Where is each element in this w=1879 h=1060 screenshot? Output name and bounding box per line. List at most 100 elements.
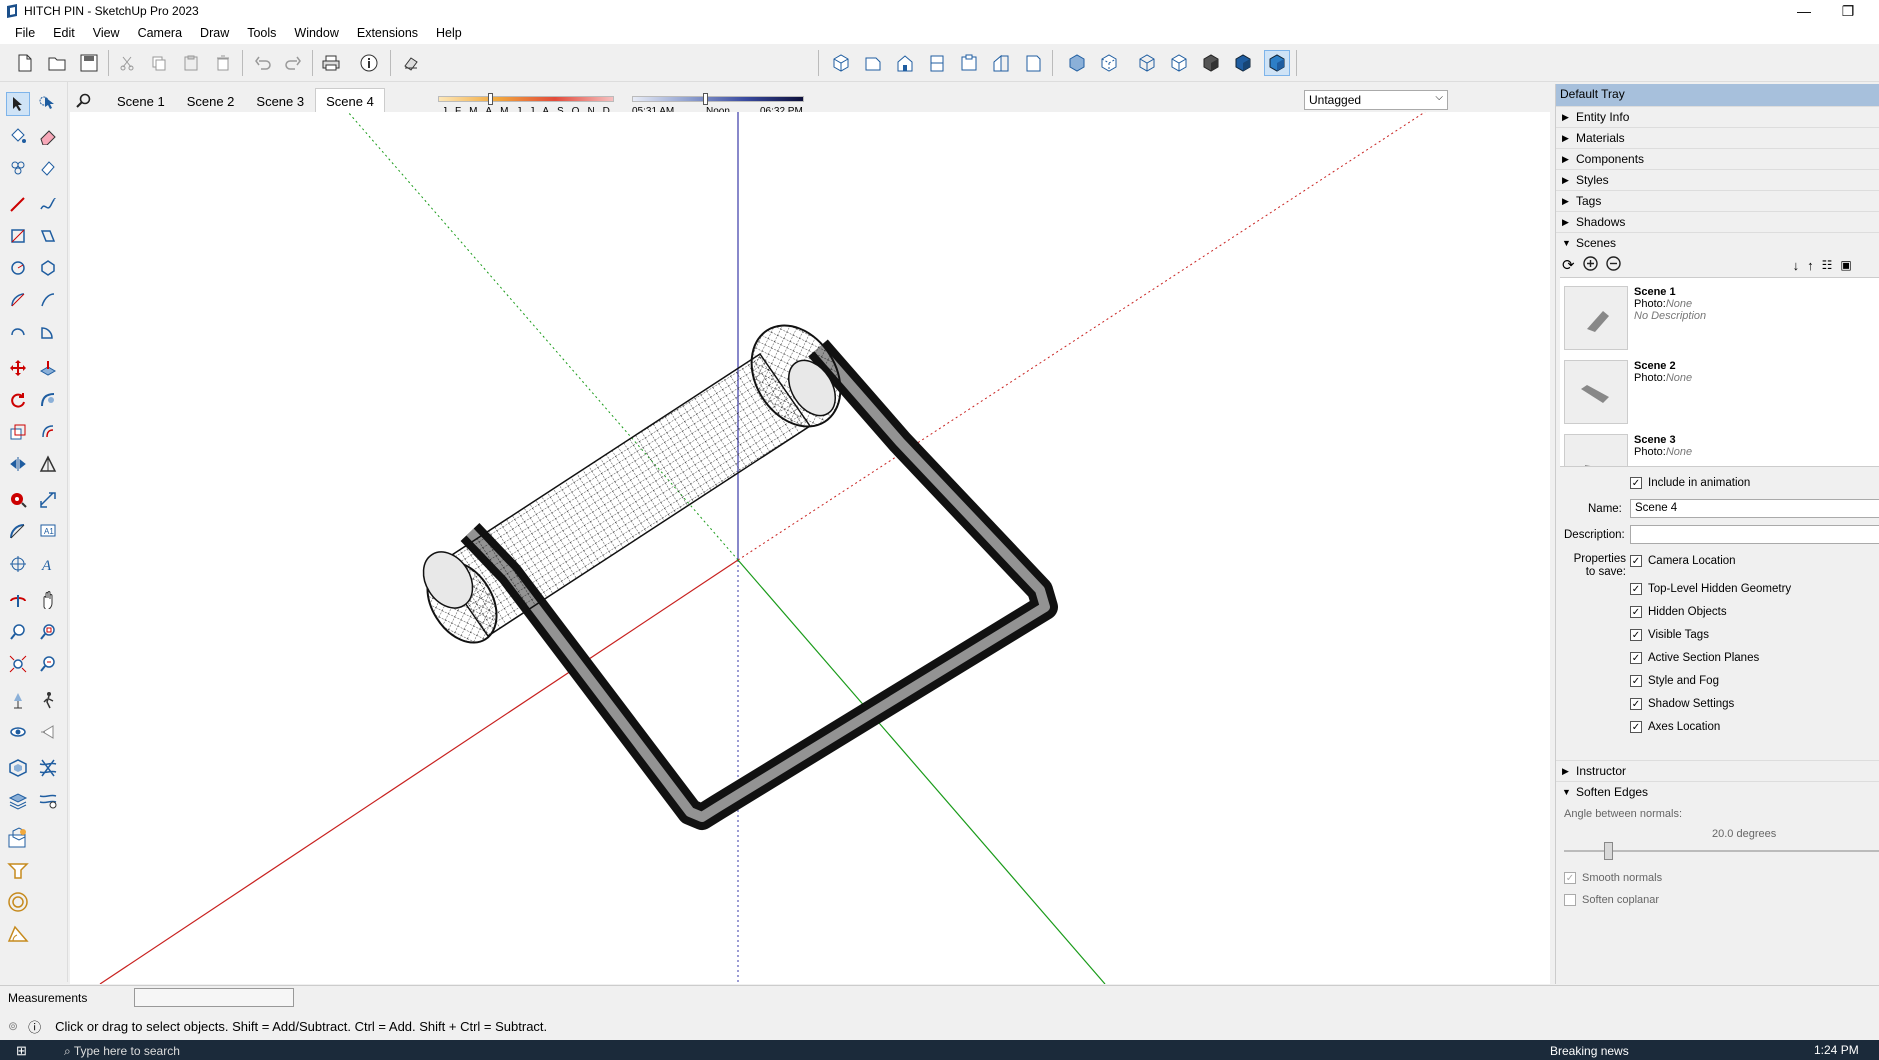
shaded-textures-style-icon[interactable] (1232, 52, 1254, 74)
copy-icon[interactable] (148, 52, 170, 74)
look-around-icon[interactable] (6, 720, 30, 744)
checkbox[interactable]: ✓ (1630, 652, 1642, 664)
layers-icon[interactable] (6, 788, 30, 812)
shadows-toggle-icon[interactable] (400, 52, 422, 74)
front-view-icon[interactable] (894, 52, 916, 74)
checkbox-smooth-normals[interactable]: ✓ (1564, 872, 1576, 885)
flip-tool-icon[interactable] (6, 452, 30, 476)
save-icon[interactable] (78, 52, 100, 74)
property-row[interactable]: ✓ Axes Location (1630, 721, 1720, 733)
shaded-style-icon[interactable] (1200, 52, 1222, 74)
rotate-tool-icon[interactable] (6, 388, 30, 412)
scale-tool-icon[interactable] (6, 420, 30, 444)
panel-materials[interactable]: ▶ Materials (1556, 127, 1879, 148)
axes-tool-icon[interactable] (6, 552, 30, 576)
select-tool-icon[interactable] (6, 92, 30, 116)
dimension-tool-icon[interactable] (36, 488, 60, 512)
previous-view-icon[interactable] (36, 652, 60, 676)
checkbox-soften-coplanar[interactable] (1564, 894, 1576, 907)
wireframe-style-icon[interactable] (1136, 52, 1158, 74)
back-edges-icon[interactable] (1098, 52, 1120, 74)
paste-icon[interactable] (180, 52, 202, 74)
hitch-pin-model[interactable] (413, 309, 1058, 830)
menu-window[interactable]: Window (285, 26, 347, 40)
protractor-icon[interactable] (6, 520, 30, 544)
left-view-icon[interactable] (990, 52, 1012, 74)
menu-draw[interactable]: Draw (191, 26, 238, 40)
search-icon[interactable] (70, 89, 98, 113)
panel-scenes[interactable]: ▼ Scenes (1556, 232, 1879, 253)
add-scene-icon[interactable] (1582, 256, 1598, 274)
include-animation-row[interactable]: ✓ Include in animation (1630, 477, 1750, 489)
list-item[interactable]: Scene 2 Photo:None (1560, 352, 1879, 426)
view-options-icon[interactable]: ☷ (1822, 258, 1833, 272)
list-item[interactable]: Scene 1 Photo:None No Description (1560, 278, 1879, 352)
scene-manager-icon[interactable] (6, 826, 30, 850)
checkbox[interactable]: ✓ (1630, 675, 1642, 687)
model-canvas[interactable] (70, 111, 1550, 985)
circle-tool-icon[interactable] (6, 256, 30, 280)
restore-button[interactable]: ❐ (1826, 0, 1870, 22)
text-tool-icon[interactable]: A1 (36, 520, 60, 544)
property-row[interactable]: ✓ Style and Fog (1630, 675, 1719, 687)
print-icon[interactable] (320, 52, 342, 74)
three-point-arc-icon[interactable] (6, 320, 30, 344)
menu-camera[interactable]: Camera (129, 26, 191, 40)
scene-description-input[interactable] (1630, 525, 1879, 544)
rectangle-tool-icon[interactable] (6, 224, 30, 248)
property-row[interactable]: ✓ Visible Tags (1630, 629, 1709, 641)
active-tag-dropdown[interactable]: Untagged ⌵ (1304, 90, 1448, 110)
top-view-icon[interactable] (862, 52, 884, 74)
move-scene-up-icon[interactable]: ↑ (1807, 258, 1814, 273)
push-pull-icon[interactable] (36, 356, 60, 380)
checkbox[interactable]: ✓ (1630, 629, 1642, 641)
tab-scene-4[interactable]: Scene 4 (315, 88, 385, 114)
zoom-window-icon[interactable] (36, 620, 60, 644)
scene-name-input[interactable]: Scene 4 (1630, 499, 1879, 518)
remove-scene-icon[interactable] (1605, 256, 1621, 274)
section-plane-icon[interactable] (36, 720, 60, 744)
tab-scene-2[interactable]: Scene 2 (176, 88, 246, 115)
sandbox-icon[interactable] (6, 922, 30, 946)
details-icon[interactable]: ▣ (1840, 258, 1851, 272)
target-icon[interactable] (6, 890, 30, 914)
eraser-icon[interactable] (36, 124, 60, 148)
offset-tool-icon[interactable] (36, 420, 60, 444)
angle-slider-thumb[interactable] (1604, 842, 1613, 860)
panel-components[interactable]: ▶ Components (1556, 148, 1879, 169)
panel-tags[interactable]: ▶ Tags (1556, 190, 1879, 211)
windows-start-icon[interactable]: ⊞ (16, 1043, 27, 1059)
property-row[interactable]: ✓ Camera Location (1630, 555, 1736, 567)
checkbox[interactable]: ✓ (1630, 583, 1642, 595)
xray-style-icon[interactable] (1066, 52, 1088, 74)
tape-measure-icon[interactable] (6, 488, 30, 512)
right-view-icon[interactable] (926, 52, 948, 74)
checkbox[interactable]: ✓ (1630, 606, 1642, 618)
pan-tool-icon[interactable] (36, 588, 60, 612)
paint-bucket-icon[interactable] (6, 124, 30, 148)
info-icon[interactable]: ⓘ (28, 1017, 41, 1036)
tab-scene-3[interactable]: Scene 3 (245, 88, 315, 115)
taskbar-search[interactable]: ⌕ Type here to search (64, 1044, 180, 1059)
3d-text-icon[interactable]: A (36, 552, 60, 576)
move-tool-icon[interactable] (6, 356, 30, 380)
soften-coplanar-row[interactable]: Soften coplanar (1564, 894, 1659, 907)
geo-location-icon[interactable]: ⊚ (8, 1019, 18, 1033)
soften-settings-icon[interactable] (36, 788, 60, 812)
monochrome-style-icon[interactable] (1264, 50, 1290, 76)
panel-shadows[interactable]: ▶ Shadows (1556, 211, 1879, 232)
walk-tool-icon[interactable] (36, 688, 60, 712)
move-scene-down-icon[interactable]: ↓ (1793, 258, 1800, 273)
scenes-list[interactable]: Scene 1 Photo:None No Description Scene … (1560, 277, 1879, 467)
property-row[interactable]: ✓ Hidden Objects (1630, 606, 1727, 618)
menu-view[interactable]: View (84, 26, 129, 40)
follow-me-icon[interactable] (36, 388, 60, 412)
property-row[interactable]: ✓ Top-Level Hidden Geometry (1630, 583, 1791, 595)
iso-view-icon[interactable] (830, 52, 852, 74)
line-tool-icon[interactable] (6, 192, 30, 216)
panel-styles[interactable]: ▶ Styles (1556, 169, 1879, 190)
checkbox[interactable]: ✓ (1630, 555, 1642, 567)
pie-tool-icon[interactable] (36, 320, 60, 344)
solid-tools-icon[interactable] (36, 452, 60, 476)
hidden-line-style-icon[interactable] (1168, 52, 1190, 74)
